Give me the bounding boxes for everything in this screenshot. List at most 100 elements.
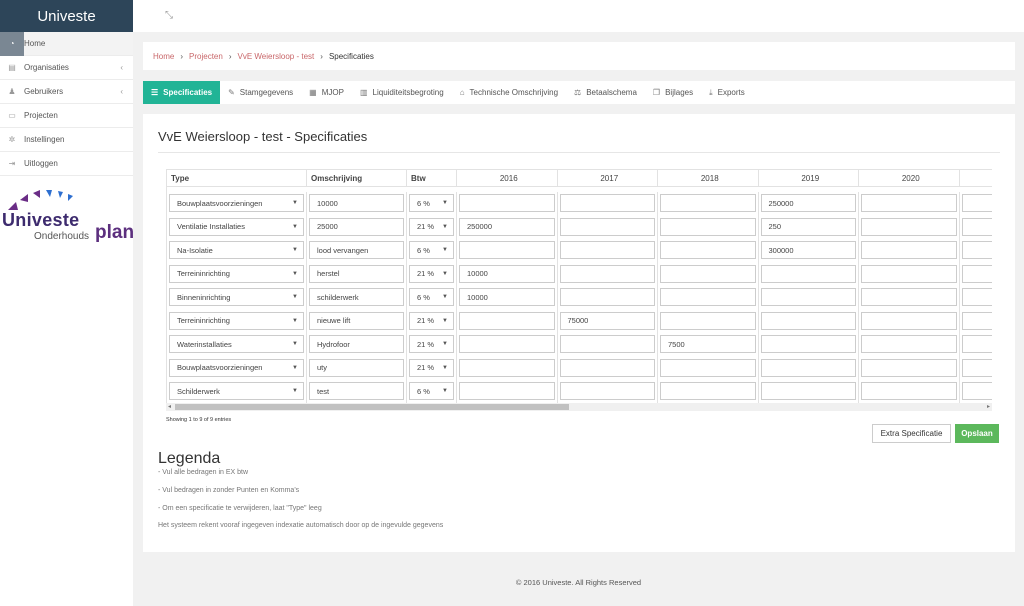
year-amount-input[interactable] bbox=[760, 335, 856, 354]
year-amount-input[interactable] bbox=[760, 382, 856, 401]
btw-select[interactable]: 6 % ▼ bbox=[409, 382, 454, 401]
year-amount-input[interactable] bbox=[861, 358, 957, 377]
sidebar-item-projecten[interactable]: ▭ Projecten bbox=[0, 104, 133, 128]
scroll-left-icon[interactable]: ◂ bbox=[168, 403, 171, 410]
year-amount-input[interactable] bbox=[660, 288, 756, 307]
year-amount-input[interactable] bbox=[861, 382, 957, 401]
year-amount-input[interactable]: 10000 bbox=[459, 264, 555, 283]
year-amount-input[interactable] bbox=[861, 264, 957, 283]
year-amount-input[interactable] bbox=[660, 358, 756, 377]
column-header-year[interactable]: 2016 bbox=[456, 169, 558, 187]
year-amount-input[interactable] bbox=[961, 241, 992, 260]
year-amount-input[interactable] bbox=[459, 358, 555, 377]
year-amount-input[interactable] bbox=[760, 311, 856, 330]
year-amount-input[interactable] bbox=[961, 217, 992, 236]
year-amount-input[interactable] bbox=[660, 382, 756, 401]
year-amount-input[interactable]: 10000 bbox=[459, 288, 555, 307]
year-amount-input[interactable]: 75000 bbox=[559, 311, 655, 330]
tab-specificaties[interactable]: ☰ Specificaties bbox=[143, 81, 221, 104]
omschrijving-input[interactable]: test bbox=[309, 382, 404, 401]
year-amount-input[interactable] bbox=[961, 194, 992, 213]
year-amount-input[interactable] bbox=[961, 264, 992, 283]
year-amount-input[interactable] bbox=[559, 241, 655, 260]
column-header-year[interactable]: 2017 bbox=[556, 169, 658, 187]
tab-mjop[interactable]: ▦ MJOP bbox=[301, 81, 352, 104]
column-header-year[interactable]: 2020 bbox=[858, 169, 960, 187]
omschrijving-input[interactable]: herstel bbox=[309, 264, 404, 283]
column-header-year[interactable]: 2019 bbox=[757, 169, 859, 187]
column-header-type[interactable]: Type bbox=[166, 169, 307, 187]
btw-select[interactable]: 6 % ▼ bbox=[409, 241, 454, 260]
tab-technische-omschrijving[interactable]: ⌂ Technische Omschrijving bbox=[452, 81, 566, 104]
horizontal-scrollbar[interactable]: ◂ ▸ bbox=[166, 403, 992, 411]
year-amount-input[interactable]: 7500 bbox=[660, 335, 756, 354]
year-amount-input[interactable] bbox=[459, 382, 555, 401]
year-amount-input[interactable]: 250000 bbox=[459, 217, 555, 236]
tab-betaalschema[interactable]: ⚖ Betaalschema bbox=[566, 81, 645, 104]
btw-select[interactable]: 21 % ▼ bbox=[409, 217, 454, 236]
btw-select[interactable]: 21 % ▼ bbox=[409, 335, 454, 354]
omschrijving-input[interactable]: uty bbox=[309, 358, 404, 377]
omschrijving-input[interactable]: Hydrofoor bbox=[309, 335, 404, 354]
type-select[interactable]: Terreininrichting ▼ bbox=[169, 264, 304, 283]
chevron-left-icon[interactable]: ‹ bbox=[120, 63, 123, 72]
type-select[interactable]: Bouwplaatsvoorzieningen ▼ bbox=[169, 358, 304, 377]
expand-icon[interactable]: ⤡ bbox=[165, 10, 173, 21]
btw-select[interactable]: 6 % ▼ bbox=[409, 288, 454, 307]
sidebar-item-uitloggen[interactable]: ⇥ Uitloggen bbox=[0, 152, 133, 176]
scrollbar-thumb[interactable] bbox=[175, 404, 569, 410]
tab-exports[interactable]: ⤓ Exports bbox=[701, 81, 753, 104]
year-amount-input[interactable] bbox=[961, 358, 992, 377]
year-amount-input[interactable] bbox=[861, 217, 957, 236]
omschrijving-input[interactable]: 25000 bbox=[309, 217, 404, 236]
year-amount-input[interactable] bbox=[660, 264, 756, 283]
year-amount-input[interactable] bbox=[559, 194, 655, 213]
type-select[interactable]: Waterinstallaties ▼ bbox=[169, 335, 304, 354]
sidebar-item-organisaties[interactable]: ▤ Organisaties ‹ bbox=[0, 56, 133, 80]
extra-specificatie-button[interactable]: Extra Specificatie bbox=[872, 424, 951, 443]
tab-liquiditeitsbegroting[interactable]: ▥ Liquiditeitsbegroting bbox=[352, 81, 452, 104]
breadcrumb-home[interactable]: Home bbox=[153, 52, 174, 61]
year-amount-input[interactable] bbox=[660, 194, 756, 213]
omschrijving-input[interactable]: schilderwerk bbox=[309, 288, 404, 307]
brand-title[interactable]: Univeste bbox=[0, 0, 133, 32]
year-amount-input[interactable] bbox=[459, 335, 555, 354]
sidebar-item-instellingen[interactable]: ✲ Instellingen bbox=[0, 128, 133, 152]
year-amount-input[interactable] bbox=[861, 288, 957, 307]
year-amount-input[interactable] bbox=[961, 311, 992, 330]
column-header-year[interactable] bbox=[958, 169, 992, 187]
tab-stamgegevens[interactable]: ✎ Stamgegevens bbox=[220, 81, 301, 104]
year-amount-input[interactable] bbox=[459, 311, 555, 330]
omschrijving-input[interactable]: nieuwe lift bbox=[309, 311, 404, 330]
year-amount-input[interactable] bbox=[660, 311, 756, 330]
breadcrumb-projecten[interactable]: Projecten bbox=[189, 52, 223, 61]
save-button[interactable]: Opslaan bbox=[955, 424, 999, 443]
year-amount-input[interactable] bbox=[760, 288, 856, 307]
type-select[interactable]: Bouwplaatsvoorzieningen ▼ bbox=[169, 194, 304, 213]
type-select[interactable]: Schilderwerk ▼ bbox=[169, 382, 304, 401]
year-amount-input[interactable] bbox=[861, 241, 957, 260]
omschrijving-input[interactable]: 10000 bbox=[309, 194, 404, 213]
year-amount-input[interactable] bbox=[760, 264, 856, 283]
column-header-omschrijving[interactable]: Omschrijving bbox=[306, 169, 407, 187]
year-amount-input[interactable] bbox=[861, 194, 957, 213]
year-amount-input[interactable] bbox=[660, 241, 756, 260]
omschrijving-input[interactable]: lood vervangen bbox=[309, 241, 404, 260]
year-amount-input[interactable] bbox=[861, 311, 957, 330]
year-amount-input[interactable]: 250000 bbox=[760, 194, 856, 213]
scroll-right-icon[interactable]: ▸ bbox=[987, 403, 990, 410]
type-select[interactable]: Binneninrichting ▼ bbox=[169, 288, 304, 307]
year-amount-input[interactable] bbox=[559, 264, 655, 283]
year-amount-input[interactable] bbox=[459, 194, 555, 213]
btw-select[interactable]: 21 % ▼ bbox=[409, 358, 454, 377]
year-amount-input[interactable] bbox=[559, 335, 655, 354]
tab-bijlages[interactable]: ❐ Bijlages bbox=[645, 81, 701, 104]
sidebar-item-gebruikers[interactable]: ♟ Gebruikers ‹ bbox=[0, 80, 133, 104]
sidebar-item-home[interactable]: ◔ Home bbox=[0, 31, 133, 56]
year-amount-input[interactable] bbox=[559, 288, 655, 307]
year-amount-input[interactable] bbox=[961, 288, 992, 307]
year-amount-input[interactable] bbox=[559, 358, 655, 377]
btw-select[interactable]: 21 % ▼ bbox=[409, 311, 454, 330]
type-select[interactable]: Na-Isolatie ▼ bbox=[169, 241, 304, 260]
type-select[interactable]: Ventilatie Installaties ▼ bbox=[169, 217, 304, 236]
